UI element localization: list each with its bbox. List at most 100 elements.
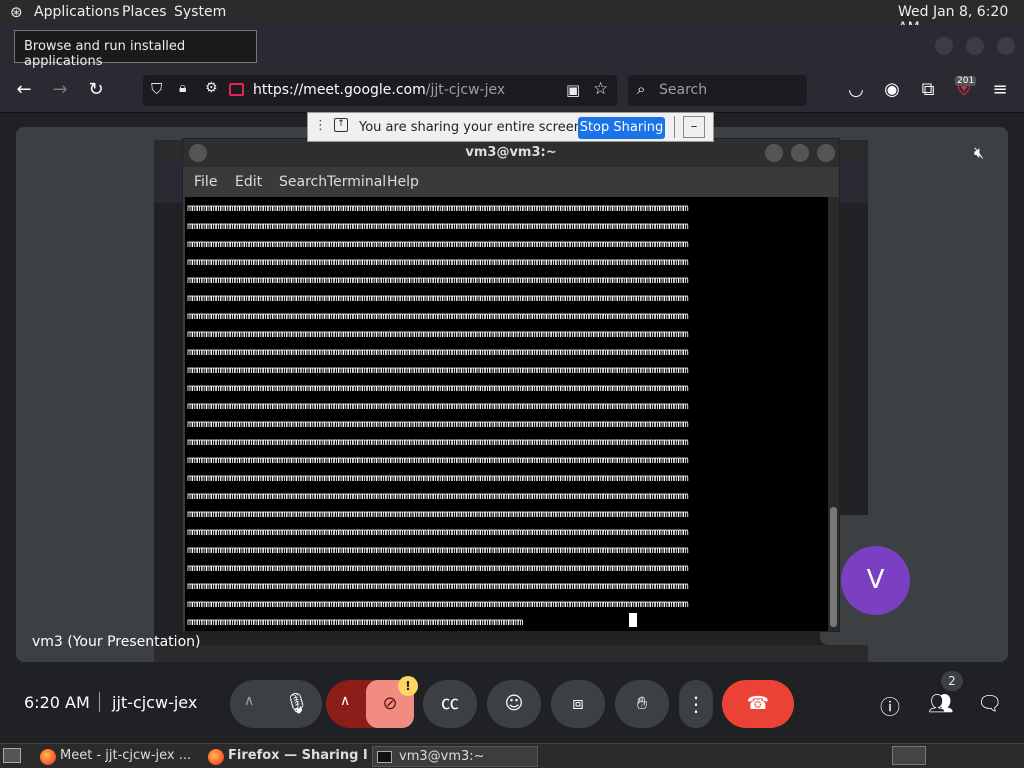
hide-notice-button[interactable]: – (683, 116, 705, 138)
captions-icon[interactable]: ㏄ (423, 680, 477, 728)
output-line: mmmmmmmmmmmmmmmmmmmmmmmmmmmmmmmmmmmmmmmm… (187, 509, 689, 520)
share-notice-text: You are sharing your entire screen. (359, 120, 587, 135)
chat-icon[interactable]: 🗨︎ (977, 691, 1002, 715)
output-line: mmmmmmmmmmmmmmmmmmmmmmmmmmmmmmmmmmmmmmmm… (187, 545, 689, 556)
permissions-icon[interactable]: ⚙ (205, 80, 218, 96)
top-panel: ⊛ Applications Places System Wed Jan 8, … (0, 0, 1024, 36)
lock-icon[interactable]: 🔒︎ (179, 80, 186, 96)
people-count-badge: 2 (941, 671, 963, 691)
terminal-title[interactable]: vm3@vm3:~ (183, 139, 839, 167)
output-line: mmmmmmmmmmmmmmmmmmmmmmmmmmmmmmmmmmmmmmmm… (187, 527, 689, 538)
taskbar: Meet - jjt-cjcw-jex ... Firefox — Sharin… (0, 743, 1024, 768)
menu-terminal[interactable]: Help (387, 174, 419, 190)
shield-icon[interactable]: ⛉ (151, 80, 162, 98)
tooltip: Browse and run installed applications (14, 30, 257, 69)
reader-view-icon[interactable]: ▣ (566, 81, 580, 99)
terminal-menu-button[interactable] (189, 144, 207, 162)
terminal-maximize-button[interactable] (791, 144, 809, 162)
divider (99, 692, 100, 712)
more-options-icon[interactable]: ⋮ (679, 680, 713, 728)
menu-applications[interactable]: Applications (34, 4, 120, 20)
menu-view[interactable]: Search (279, 174, 327, 190)
close-window-button[interactable] (997, 37, 1015, 55)
terminal-output[interactable]: mmmmmmmmmmmmmmmmmmmmmmmmmmmmmmmmmmmmmmmm… (185, 197, 828, 631)
account-icon[interactable]: ◉ (880, 79, 904, 100)
search-placeholder: Search (659, 82, 708, 98)
ublock-badge: 201 (955, 76, 977, 86)
output-line: mmmmmmmmmmmmmmmmmmmmmmmmmmmmmmmmmmmmmmmm… (187, 311, 689, 322)
output-line: mmmmmmmmmmmmmmmmmmmmmmmmmmmmmmmmmmmmmmmm… (187, 455, 689, 466)
present-screen-icon[interactable]: ⧈ (551, 680, 605, 728)
output-line: mmmmmmmmmmmmmmmmmmmmmmmmmmmmmmmmmmmmmmmm… (187, 347, 689, 358)
output-line: mmmmmmmmmmmmmmmmmmmmmmmmmmmmmmmmmmmmmmmm… (187, 473, 689, 484)
reload-icon[interactable]: ↻ (84, 79, 108, 100)
terminal-window[interactable]: vm3@vm3:~ File Edit Search Terminal Help… (182, 138, 840, 632)
url-bar[interactable]: ⛉ 🔒︎ ⚙ https://meet.google.com/jjt-cjcw-… (143, 75, 617, 106)
output-line: mmmmmmmmmmmmmmmmmmmmmmmmmmmmmmmmmmmmmmmm… (187, 419, 689, 430)
text-cursor (629, 613, 637, 627)
bookmark-star-icon[interactable]: ☆ (593, 79, 608, 99)
output-line: mmmmmmmmmmmmmmmmmmmmmmmmmmmmmmmmmmmmmmmm… (187, 203, 689, 214)
back-icon[interactable]: ← (12, 79, 36, 100)
avatar: V (841, 546, 910, 615)
terminal-close-button[interactable] (817, 144, 835, 162)
output-line: mmmmmmmmmmmmmmmmmmmmmmmmmmmmmmmmmmmmmmmm… (187, 365, 689, 376)
workspace-switcher[interactable] (892, 746, 926, 765)
warning-badge-icon: ! (398, 676, 418, 696)
app-menu-icon[interactable]: ≡ (988, 79, 1012, 100)
muted-icon: 🔇︎ (974, 143, 985, 162)
meeting-code: jjt-cjcw-jex (112, 693, 198, 712)
menu-file[interactable]: File (194, 174, 217, 190)
meeting-info-icon[interactable]: ⓘ (880, 691, 900, 720)
audio-options-chevron-icon[interactable]: ∧ (244, 693, 254, 709)
terminal-minimize-button[interactable] (765, 144, 783, 162)
search-input[interactable]: ⌕ Search (628, 75, 807, 106)
search-icon: ⌕ (637, 80, 646, 98)
extensions-icon[interactable]: ⧉ (916, 79, 940, 100)
taskbar-item-terminal[interactable]: vm3@vm3:~ (372, 746, 538, 767)
output-line: mmmmmmmmmmmmmmmmmmmmmmmmmmmmmmmmmmmmmmmm… (187, 329, 689, 340)
maximize-button[interactable] (966, 37, 984, 55)
output-line: mmmmmmmmmmmmmmmmmmmmmmmmmmmmmmmmmmmmmmmm… (187, 401, 689, 412)
output-line: mmmmmmmmmmmmmmmmmmmmmmmmmmmmmmmmmmmmmmmm… (187, 581, 689, 592)
firefox-icon (40, 749, 56, 765)
end-call-button[interactable]: ☎︎ (722, 680, 794, 728)
divider (674, 116, 675, 138)
taskbar-label: vm3@vm3:~ (399, 749, 485, 764)
output-line: mmmmmmmmmmmmmmmmmmmmmmmmmmmmmmmmmmmmmmmm… (187, 221, 689, 232)
minimize-button[interactable] (935, 37, 953, 55)
taskbar-label: Firefox — Sharing I... (228, 748, 368, 763)
stop-sharing-button[interactable]: Stop Sharing (578, 117, 665, 139)
scrollbar-thumb[interactable] (830, 507, 837, 627)
output-line: mmmmmmmmmmmmmmmmmmmmmmmmmmmmmmmmmmmmmmmm… (187, 257, 689, 268)
output-line: mmmmmmmmmmmmmmmmmmmmmmmmmmmmmmmmmmmmmmmm… (187, 599, 689, 610)
url-text[interactable]: https://meet.google.com/jjt-cjcw-jex (253, 82, 505, 98)
people-icon[interactable]: 👥︎ (928, 691, 953, 715)
output-line-last: mmmmmmmmmmmmmmmmmmmmmmmmmmmmmmmmmmmmmmmm… (187, 617, 523, 628)
menu-system[interactable]: System (174, 4, 226, 20)
terminal-menubar: File Edit Search Terminal Help (183, 167, 839, 197)
taskbar-item-meet[interactable]: Meet - jjt-cjcw-jex ... (34, 746, 198, 767)
meet-controls-bar: 6:20 AM jjt-cjcw-jex ∧ 🎙︎ ∧ ⊘ ! ㏄ ☺ ⧈ ✋︎… (0, 663, 1024, 743)
raise-hand-icon[interactable]: ✋︎ (615, 680, 669, 728)
menu-search[interactable]: Terminal (327, 174, 386, 190)
pocket-icon[interactable]: ◡ (844, 79, 868, 100)
taskbar-item-firefox[interactable]: Firefox — Sharing I... (202, 746, 368, 767)
applications-icon[interactable]: ⊛ (10, 3, 23, 21)
forward-icon[interactable]: → (48, 79, 72, 100)
output-line: mmmmmmmmmmmmmmmmmmmmmmmmmmmmmmmmmmmmmmmm… (187, 293, 689, 304)
menu-edit[interactable]: Edit (235, 174, 262, 190)
video-options-chevron-icon[interactable]: ∧ (340, 693, 350, 709)
emoji-reactions-icon[interactable]: ☺ (487, 680, 541, 728)
output-line: mmmmmmmmmmmmmmmmmmmmmmmmmmmmmmmmmmmmmmmm… (187, 239, 689, 250)
taskbar-label: Meet - jjt-cjcw-jex ... (60, 748, 192, 763)
terminal-scrollbar[interactable] (828, 197, 839, 631)
drag-handle-icon[interactable]: ⋮ (314, 118, 327, 133)
terminal-icon (377, 751, 392, 763)
presentation-label: vm3 (Your Presentation) (32, 634, 201, 650)
menu-places[interactable]: Places (122, 4, 167, 20)
show-desktop-icon[interactable] (3, 748, 21, 763)
screen-share-indicator-icon[interactable] (229, 83, 244, 96)
microphone-icon[interactable]: 🎙︎ (284, 691, 309, 715)
output-line: mmmmmmmmmmmmmmmmmmmmmmmmmmmmmmmmmmmmmmmm… (187, 383, 689, 394)
